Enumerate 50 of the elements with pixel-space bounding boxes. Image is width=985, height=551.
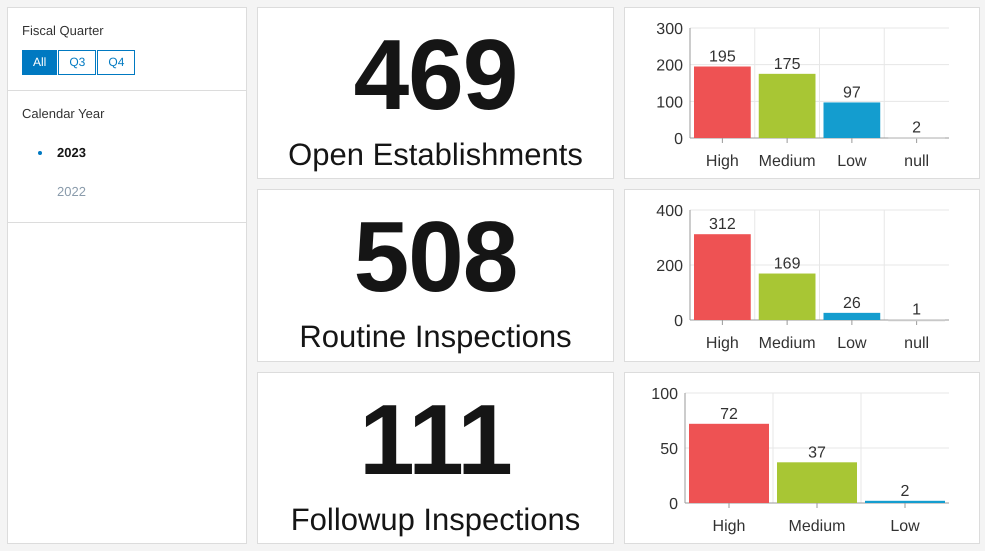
kpi-label: Routine Inspections — [299, 320, 572, 354]
category-label: High — [712, 518, 746, 535]
kpi-value: 469 — [354, 22, 518, 128]
axis-tick-label: 200 — [656, 58, 683, 75]
value-label: 37 — [808, 444, 826, 462]
category-label: Medium — [788, 518, 846, 535]
category-label: Low — [837, 335, 867, 352]
quarter-button[interactable]: Q4 — [97, 50, 136, 74]
year-item[interactable]: 2022 — [57, 182, 86, 202]
value-label: 195 — [709, 48, 736, 66]
bar — [824, 312, 880, 320]
category-label: High — [706, 335, 739, 352]
value-label: 72 — [720, 406, 738, 423]
category-label: High — [706, 153, 739, 170]
category-label: null — [904, 335, 930, 352]
quarter-button[interactable]: Q3 — [58, 50, 96, 74]
axis-tick-label: 0 — [674, 131, 683, 148]
bar — [694, 66, 751, 138]
axis-tick-label: 0 — [674, 313, 683, 330]
axis-tick-label: 400 — [656, 203, 683, 220]
axis-tick-label: 100 — [656, 94, 683, 112]
axis-tick-label: 50 — [660, 441, 678, 458]
bar — [824, 102, 880, 138]
kpi-value: 508 — [354, 204, 518, 310]
axis-tick-label: 200 — [656, 258, 683, 275]
value-label: 175 — [774, 56, 800, 73]
category-label: Low — [837, 153, 867, 170]
axis-tick-label: 300 — [656, 21, 683, 38]
value-label: 169 — [774, 256, 800, 273]
value-label: 2 — [900, 482, 910, 500]
kpi-label: Followup Inspections — [290, 503, 580, 537]
quarter-button[interactable]: All — [22, 50, 58, 74]
category-label: Low — [890, 518, 920, 535]
value-label: 2 — [912, 119, 922, 136]
value-label: 312 — [709, 216, 736, 234]
axis-tick-label: 0 — [669, 496, 678, 513]
kpi-value: 111 — [359, 387, 512, 493]
filter-title: Fiscal Quarter — [22, 22, 105, 40]
bar — [758, 274, 816, 320]
value-label: 26 — [842, 294, 861, 312]
category-label: Medium — [758, 153, 816, 170]
category-label: Medium — [758, 335, 816, 352]
category-label: null — [904, 153, 930, 170]
filter-title: Calendar Year — [22, 104, 106, 122]
value-label: 1 — [912, 302, 922, 319]
value-label: 97 — [842, 84, 861, 102]
kpi-label: Open Establishments — [288, 138, 583, 172]
year-item[interactable]: 2023 — [57, 143, 86, 163]
axis-tick-label: 100 — [651, 386, 678, 403]
bar — [758, 74, 816, 138]
